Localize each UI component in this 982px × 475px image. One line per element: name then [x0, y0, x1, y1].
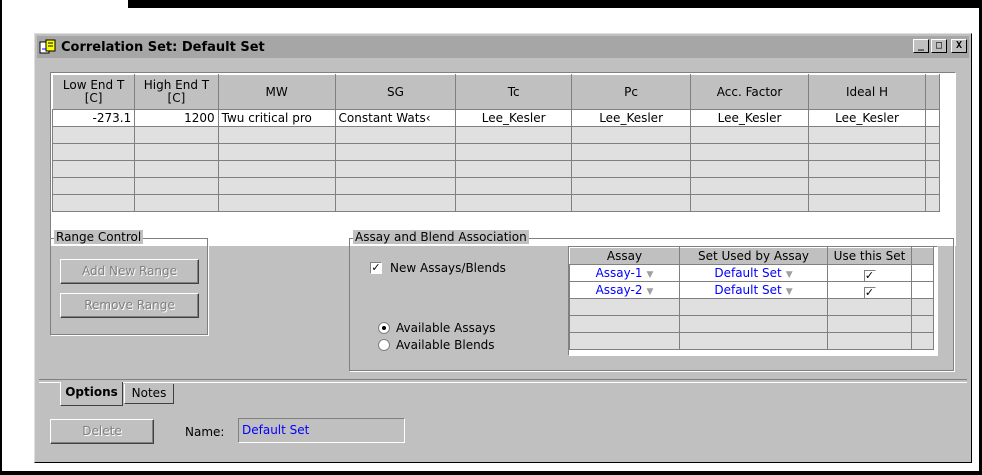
available-blends-label: Available Blends	[396, 338, 495, 352]
window-title: Correlation Set: Default Set	[61, 39, 265, 55]
assay-association-table: Assay Set Used by Assay Use this Set Ass…	[569, 247, 934, 350]
column-header-filler	[911, 247, 934, 265]
cell-assay[interactable]: Assay-2 ▼	[569, 281, 680, 299]
range-control-group	[50, 238, 208, 335]
new-assays-blends-label: New Assays/Blends	[390, 261, 506, 275]
column-header-acc-factor[interactable]: Acc. Factor	[690, 74, 809, 110]
cell-use-this-set[interactable]: ✓	[827, 264, 912, 282]
cell-ideal-h[interactable]: Lee_Kesler	[807, 109, 927, 127]
available-assays-label: Available Assays	[396, 321, 496, 335]
correlation-set-window: Correlation Set: Default Set _ □ X Low E…	[34, 33, 972, 463]
cell-set-used[interactable]: Default Set ▼	[679, 281, 828, 299]
table-row[interactable]	[569, 298, 934, 316]
chevron-down-icon[interactable]: ▼	[647, 270, 654, 280]
close-button[interactable]: X	[951, 39, 967, 53]
column-header-tc[interactable]: Tc	[455, 74, 572, 110]
delete-button[interactable]: Delete	[50, 419, 154, 444]
title-bar[interactable]: Correlation Set: Default Set _ □ X	[37, 36, 969, 58]
table-row[interactable]	[51, 194, 940, 212]
table-row[interactable]: -273.1 1200 Twu critical pro Constant Wa…	[51, 109, 940, 127]
table-row[interactable]: Assay-1 ▼ Default Set ▼ ✓	[569, 264, 934, 282]
tab-strip-divider	[39, 379, 967, 383]
top-border-bar	[128, 0, 982, 8]
table-row[interactable]	[569, 332, 934, 350]
left-border-bar	[0, 0, 2, 475]
maximize-button[interactable]: □	[931, 39, 947, 53]
column-header-mw[interactable]: MW	[217, 74, 336, 110]
column-header-use-this-set[interactable]: Use this Set	[827, 247, 912, 265]
cell-high-end-t[interactable]: 1200	[134, 109, 219, 127]
remove-range-button[interactable]: Remove Range	[60, 293, 199, 318]
use-this-set-checkbox[interactable]: ✓	[863, 287, 876, 298]
cell-sg[interactable]: Constant Wats‹	[334, 109, 457, 127]
available-blends-radio[interactable]	[378, 339, 390, 351]
cell-acc-factor[interactable]: Lee_Kesler	[690, 109, 809, 127]
table-row[interactable]	[569, 315, 934, 333]
table-row[interactable]	[51, 160, 940, 178]
correlation-table: Low End T [C] High End T [C] MW SG Tc Pc A…	[51, 74, 940, 212]
bottom-border-bar	[0, 471, 982, 475]
chevron-down-icon[interactable]: ▼	[786, 270, 793, 280]
name-label: Name:	[185, 425, 225, 439]
cell-assay[interactable]: Assay-1 ▼	[569, 264, 680, 282]
column-header-ideal-h[interactable]: Ideal H	[807, 74, 927, 110]
cell-set-used[interactable]: Default Set ▼	[679, 264, 828, 282]
range-control-label: Range Control	[54, 230, 144, 244]
cell-low-end-t[interactable]: -273.1	[51, 109, 136, 127]
new-assays-blends-checkbox[interactable]: ✓	[370, 262, 382, 274]
column-header-assay[interactable]: Assay	[569, 247, 680, 265]
column-header-filler	[925, 74, 940, 110]
tab-options[interactable]: Options	[60, 382, 123, 406]
table-row[interactable]	[51, 177, 940, 195]
column-header-pc[interactable]: Pc	[570, 74, 692, 110]
cell-use-this-set[interactable]: ✓	[827, 281, 912, 299]
column-header-high-end-t[interactable]: High End T [C]	[134, 74, 219, 110]
chevron-down-icon[interactable]: ▼	[786, 287, 793, 297]
add-new-range-button[interactable]: Add New Range	[60, 259, 199, 284]
column-header-low-end-t[interactable]: Low End T [C]	[51, 74, 136, 110]
column-header-sg[interactable]: SG	[334, 74, 457, 110]
chevron-down-icon[interactable]: ▼	[647, 287, 654, 297]
assay-association-grid[interactable]: Assay Set Used by Assay Use this Set Ass…	[568, 246, 938, 356]
app-icon	[39, 39, 57, 55]
available-assays-radio[interactable]	[378, 322, 390, 334]
column-header-set-used[interactable]: Set Used by Assay	[679, 247, 828, 265]
use-this-set-checkbox[interactable]: ✓	[863, 270, 876, 281]
cell-tc[interactable]: Lee_Kesler	[455, 109, 572, 127]
cell-filler	[925, 109, 940, 127]
assay-blend-label: Assay and Blend Association	[353, 230, 529, 244]
cell-pc[interactable]: Lee_Kesler	[570, 109, 692, 127]
cell-mw[interactable]: Twu critical pro	[217, 109, 336, 127]
correlation-grid[interactable]: Low End T [C] High End T [C] MW SG Tc Pc A…	[50, 72, 956, 246]
minimize-button[interactable]: _	[913, 39, 929, 53]
name-field[interactable]: Default Set	[238, 418, 405, 443]
table-row[interactable]: Assay-2 ▼ Default Set ▼ ✓	[569, 281, 934, 299]
table-row[interactable]	[51, 143, 940, 161]
table-row[interactable]	[51, 126, 940, 144]
tab-notes[interactable]: Notes	[124, 384, 174, 404]
